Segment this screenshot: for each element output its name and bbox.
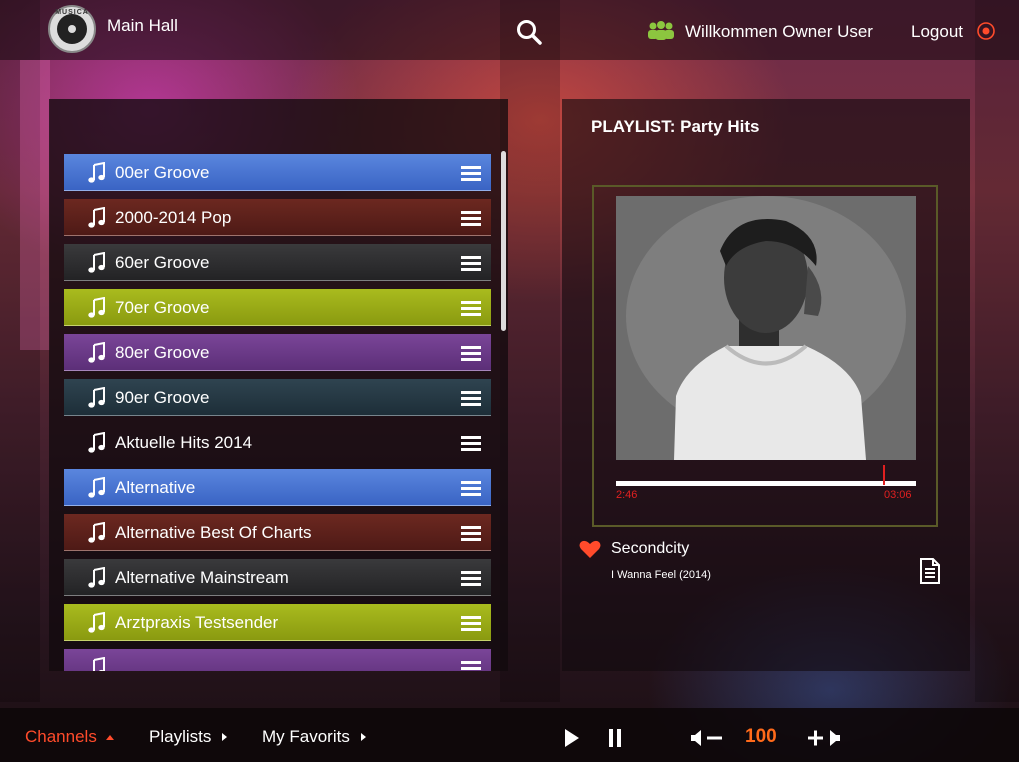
chevron-up-icon: [105, 735, 114, 740]
track-artist: Secondcity: [611, 540, 690, 557]
menu-icon[interactable]: [461, 255, 481, 271]
heart-icon[interactable]: [579, 539, 601, 559]
channel-label: Alternative Best Of Charts: [115, 523, 312, 542]
channel-label: 80er Groove: [115, 343, 210, 362]
record-disc-icon: [57, 14, 87, 44]
channel-row[interactable]: 00er Groove: [64, 154, 491, 191]
menu-icon[interactable]: [461, 615, 481, 631]
music-note-icon: [88, 612, 105, 633]
channel-label: 60er Groove: [115, 253, 210, 272]
channel-row[interactable]: Alternative: [64, 469, 491, 506]
channel-label: 00er Groove: [115, 163, 210, 182]
chevron-right-icon: [222, 733, 228, 741]
volume-up-icon[interactable]: [806, 728, 844, 748]
menu-icon[interactable]: [461, 345, 481, 361]
player-panel: PLAYLIST: Party Hits 2:46 03:06 Secondci…: [562, 99, 970, 671]
menu-icon[interactable]: [461, 390, 481, 406]
total-time: 03:06: [884, 489, 912, 501]
music-note-icon: [88, 162, 105, 183]
progress-handle[interactable]: [883, 465, 885, 485]
channel-row[interactable]: Alternative Mainstream: [64, 559, 491, 596]
music-note-icon: [88, 252, 105, 273]
album-art: [616, 196, 916, 460]
volume-level: 100: [745, 726, 777, 747]
channel-row[interactable]: 90er Groove: [64, 379, 491, 416]
menu-icon[interactable]: [461, 165, 481, 181]
current-time: 2:46: [616, 489, 638, 501]
top-bar: MUSICA Main Hall Willkommen Owner User L…: [0, 0, 1019, 60]
channel-row[interactable]: 70er Groove: [64, 289, 491, 326]
menu-icon[interactable]: [461, 210, 481, 226]
menu-icon[interactable]: [461, 525, 481, 541]
venue-name[interactable]: Main Hall: [107, 16, 178, 36]
music-note-icon: [88, 567, 105, 588]
volume-down-icon[interactable]: [689, 728, 725, 748]
music-note-icon: [88, 522, 105, 543]
nav-playlists[interactable]: Playlists: [149, 727, 229, 747]
play-icon[interactable]: [563, 727, 581, 749]
channel-row[interactable]: 80er Groove: [64, 334, 491, 371]
background-glow: [20, 60, 50, 350]
music-note-icon: [88, 342, 105, 363]
welcome-text: Willkommen Owner User: [685, 22, 873, 41]
channel-label: 70er Groove: [115, 298, 210, 317]
chevron-right-icon: [360, 733, 366, 741]
channel-list-panel: 00er Groove 2000-2014 Pop 60er Groove 70er …: [49, 99, 508, 671]
channel-row[interactable]: Aktuelle Hits 2014: [64, 424, 491, 461]
channel-label: Arztpraxis Testsender: [115, 613, 279, 632]
channel-label: Alternative: [115, 478, 196, 497]
music-note-icon: [88, 387, 105, 408]
channel-label: Alternative Mainstream: [115, 568, 289, 587]
pause-icon[interactable]: [607, 727, 623, 749]
musica-logo[interactable]: MUSICA: [48, 5, 96, 53]
music-note-icon: [88, 432, 105, 453]
nav-channels[interactable]: Channels: [25, 727, 115, 747]
logo-text: MUSICA: [55, 9, 89, 16]
playlist-title: PLAYLIST: Party Hits: [591, 117, 760, 136]
channel-row[interactable]: 60er Groove: [64, 244, 491, 281]
menu-icon[interactable]: [461, 435, 481, 451]
music-note-icon: [93, 657, 105, 671]
channel-label: 90er Groove: [115, 388, 210, 407]
logout-link[interactable]: Logout: [911, 22, 963, 42]
channel-row[interactable]: [64, 649, 491, 671]
music-note-icon: [88, 207, 105, 228]
menu-icon[interactable]: [461, 570, 481, 586]
bottom-bar: Channels Playlists My Favorits: [0, 708, 1019, 762]
users-icon: [648, 21, 674, 40]
nav-playlists-label: Playlists: [149, 727, 212, 746]
channel-row[interactable]: Arztpraxis Testsender: [64, 604, 491, 641]
nav-channels-label: Channels: [25, 727, 97, 746]
music-note-icon: [88, 297, 105, 318]
menu-icon[interactable]: [461, 300, 481, 316]
channel-row[interactable]: Alternative Best Of Charts: [64, 514, 491, 551]
menu-icon[interactable]: [461, 480, 481, 496]
search-icon[interactable]: [516, 19, 542, 45]
track-title: I Wanna Feel (2014): [611, 569, 711, 581]
document-icon[interactable]: [919, 557, 941, 585]
progress-bar[interactable]: [616, 481, 916, 486]
channel-list: 00er Groove 2000-2014 Pop 60er Groove 70er …: [64, 154, 491, 671]
nav-favorites-label: My Favorits: [262, 727, 350, 746]
background-shade: [975, 0, 1019, 702]
channel-label: Aktuelle Hits 2014: [115, 433, 253, 452]
nav-favorites[interactable]: My Favorits: [262, 727, 368, 747]
channel-list-scrollbar[interactable]: [501, 151, 506, 331]
channel-row[interactable]: 2000-2014 Pop: [64, 199, 491, 236]
background-shade: [500, 0, 560, 702]
channel-label: 2000-2014 Pop: [115, 208, 232, 227]
menu-icon[interactable]: [461, 660, 481, 671]
music-note-icon: [88, 477, 105, 498]
logout-icon[interactable]: [976, 21, 996, 41]
